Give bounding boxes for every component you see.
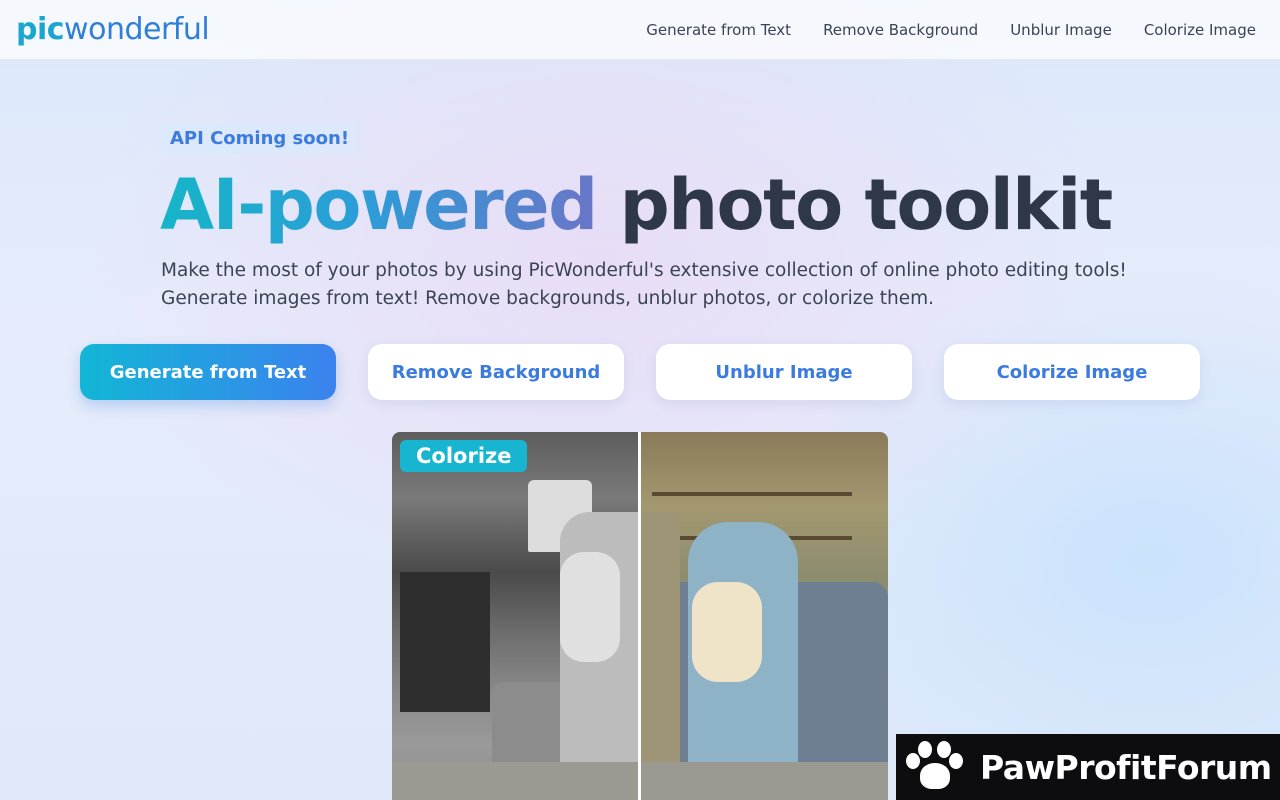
comparison-slider-handle[interactable] bbox=[638, 432, 641, 800]
nav-unblur-image[interactable]: Unblur Image bbox=[1010, 21, 1112, 39]
headline-dark-text: photo toolkit bbox=[619, 164, 1114, 246]
description-line-1: Make the most of your photos by using Pi… bbox=[161, 260, 1127, 281]
logo-part-wonderful: wonderful bbox=[64, 12, 210, 47]
shelf-shape bbox=[652, 492, 852, 496]
watermark-text: PawProfitForum bbox=[980, 747, 1272, 787]
headline-gradient-text: AI-powered bbox=[160, 164, 598, 246]
nav-remove-background[interactable]: Remove Background bbox=[823, 21, 978, 39]
nav-generate-from-text[interactable]: Generate from Text bbox=[646, 21, 791, 39]
man-figure-color bbox=[640, 512, 680, 762]
api-coming-soon-badge: API Coming soon! bbox=[162, 124, 358, 154]
colorize-tag: Colorize bbox=[400, 440, 528, 472]
hero-description: Make the most of your photos by using Pi… bbox=[161, 257, 1161, 313]
nav-colorize-image[interactable]: Colorize Image bbox=[1144, 21, 1256, 39]
paw-icon bbox=[904, 737, 964, 797]
colorize-image-button[interactable]: Colorize Image bbox=[944, 344, 1200, 400]
main-nav: Generate from Text Remove Background Unb… bbox=[646, 0, 1256, 60]
fireplace-shape bbox=[400, 572, 490, 712]
site-header: picwonderful Generate from Text Remove B… bbox=[0, 0, 1280, 60]
generate-from-text-button[interactable]: Generate from Text bbox=[80, 344, 336, 400]
hero-headline: AI-powered photo toolkit bbox=[160, 160, 1114, 250]
watermark-banner: PawProfitForum bbox=[896, 734, 1280, 800]
description-line-2: Generate images from text! Remove backgr… bbox=[161, 288, 934, 309]
logo-part-pic: pic bbox=[16, 12, 65, 47]
logo[interactable]: picwonderful bbox=[16, 12, 210, 48]
remove-background-button[interactable]: Remove Background bbox=[368, 344, 624, 400]
unblur-image-button[interactable]: Unblur Image bbox=[656, 344, 912, 400]
baby-figure bbox=[560, 552, 620, 662]
baby-figure bbox=[692, 582, 762, 682]
